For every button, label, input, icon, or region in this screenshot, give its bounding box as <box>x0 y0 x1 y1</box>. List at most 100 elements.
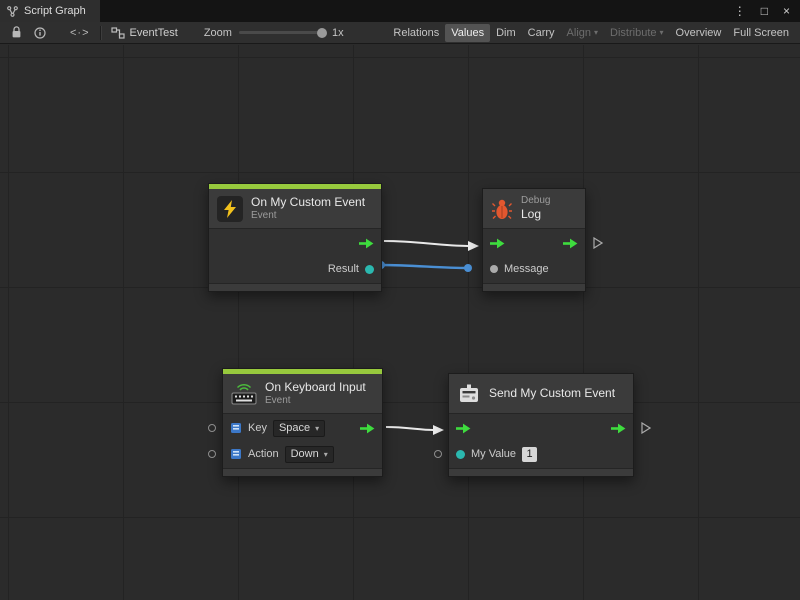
node-footer <box>483 283 585 291</box>
key-input-row: Key Space ▾ <box>223 415 382 441</box>
node-title: On My Custom Event <box>251 195 365 210</box>
node-body: Key Space ▾ Action Dow <box>223 414 382 468</box>
info-icon[interactable] <box>28 22 52 43</box>
toolbar-separator <box>100 26 101 40</box>
flow-row <box>449 415 633 441</box>
node-header[interactable]: Debug Log <box>483 189 585 229</box>
result-output-row: Result <box>209 256 381 282</box>
node-subtitle: Event <box>265 395 366 408</box>
value-wire <box>381 265 468 268</box>
message-input-port[interactable] <box>490 265 498 273</box>
tab-script-graph[interactable]: Script Graph <box>0 0 100 22</box>
continue-indicator-icon <box>641 422 651 434</box>
graph-asset-icon <box>111 27 125 39</box>
graph-toolbar: <·> EventTest Zoom 1x Relations Values D… <box>0 22 800 44</box>
key-dropdown[interactable]: Space ▾ <box>273 420 325 437</box>
node-header[interactable]: Send My Custom Event <box>449 374 633 414</box>
key-external-port[interactable] <box>208 424 216 432</box>
node-subtitle: Event <box>251 210 365 223</box>
lock-icon[interactable] <box>5 22 28 43</box>
tab-label: Script Graph <box>24 5 86 17</box>
my-value-input-port[interactable] <box>456 450 465 459</box>
dim-button[interactable]: Dim <box>490 24 522 42</box>
zoom-slider-handle[interactable] <box>317 28 327 38</box>
window-controls: ⋮ □ × <box>724 0 800 22</box>
graph-tab-icon <box>7 6 18 17</box>
enum-type-icon <box>230 422 242 434</box>
keyboard-icon <box>231 382 257 406</box>
my-value-input-row: My Value 1 <box>449 441 633 467</box>
flow-wire-bottom <box>386 427 433 430</box>
node-on-my-custom-event[interactable]: On My Custom Event Event Result <box>208 183 382 292</box>
node-debug-log[interactable]: Debug Log Mess <box>482 188 586 292</box>
node-footer <box>223 468 382 476</box>
carry-button[interactable]: Carry <box>522 24 561 42</box>
event-machine-icon <box>457 382 481 406</box>
chevron-down-icon: ▾ <box>315 424 319 433</box>
flow-wire-top <box>384 241 468 246</box>
node-send-my-custom-event[interactable]: Send My Custom Event <box>448 373 634 477</box>
values-button[interactable]: Values <box>445 24 490 42</box>
message-input-row: Message <box>483 256 585 282</box>
node-body: My Value 1 <box>449 414 633 468</box>
value-wire-end-dot <box>464 264 472 272</box>
node-body: Result <box>209 229 381 283</box>
my-value-field[interactable]: 1 <box>522 447 537 462</box>
my-value-label: My Value <box>471 448 516 460</box>
zoom-control: Zoom 1x <box>204 27 344 39</box>
script-graph-window: Script Graph ⋮ □ × <·> EventTest Zoom <box>0 0 800 600</box>
bug-icon <box>491 197 513 221</box>
result-label: Result <box>328 263 359 275</box>
graph-canvas[interactable]: On My Custom Event Event Result <box>0 45 800 600</box>
fullscreen-button[interactable]: Full Screen <box>727 24 795 42</box>
flow-wire-bottom-arrowhead <box>433 425 444 435</box>
flow-wire-top-arrowhead <box>468 241 479 251</box>
message-label: Message <box>504 263 549 275</box>
overview-button[interactable]: Overview <box>670 24 728 42</box>
flow-input-port[interactable] <box>490 238 505 249</box>
node-title: Log <box>521 207 550 222</box>
node-header[interactable]: On My Custom Event Event <box>209 189 381 229</box>
action-input-row: Action Down ▾ <box>223 441 382 467</box>
action-label: Action <box>248 448 279 460</box>
node-body: Message <box>483 229 585 283</box>
my-value-external-port[interactable] <box>434 450 442 458</box>
window-menu-icon[interactable]: ⋮ <box>734 5 746 17</box>
titlebar: Script Graph ⋮ □ × <box>0 0 800 22</box>
graph-asset-breadcrumb[interactable]: EventTest <box>111 27 178 39</box>
flow-output-row <box>209 230 381 256</box>
titlebar-spacer <box>100 0 724 22</box>
node-title: On Keyboard Input <box>265 380 366 395</box>
flow-output-port[interactable] <box>563 238 578 249</box>
node-on-keyboard-input[interactable]: On Keyboard Input Event Key Space ▾ <box>222 368 383 477</box>
flow-output-port[interactable] <box>611 423 626 434</box>
code-view-icon[interactable]: <·> <box>70 27 90 39</box>
zoom-slider[interactable] <box>239 31 325 34</box>
maximize-icon[interactable]: □ <box>761 5 768 17</box>
action-external-port[interactable] <box>208 450 216 458</box>
align-button: Align▾ <box>561 24 604 42</box>
graph-asset-name: EventTest <box>130 27 178 39</box>
enum-type-icon <box>230 448 242 460</box>
zoom-value: 1x <box>332 27 344 39</box>
node-title: Send My Custom Event <box>489 386 615 401</box>
close-icon[interactable]: × <box>783 5 790 17</box>
flow-input-port[interactable] <box>456 423 471 434</box>
action-dropdown[interactable]: Down ▾ <box>285 446 334 463</box>
relations-button[interactable]: Relations <box>387 24 445 42</box>
flow-output-port[interactable] <box>359 238 374 249</box>
node-footer <box>209 283 381 291</box>
node-footer <box>449 468 633 476</box>
flow-output-port[interactable] <box>360 423 375 434</box>
zoom-label: Zoom <box>204 27 232 39</box>
chevron-down-icon: ▾ <box>660 29 664 37</box>
connection-wires <box>0 45 800 600</box>
distribute-button: Distribute▾ <box>604 24 669 42</box>
node-header[interactable]: On Keyboard Input Event <box>223 374 382 414</box>
result-output-port[interactable] <box>365 265 374 274</box>
node-category: Debug <box>521 195 550 208</box>
lightning-icon <box>217 196 243 222</box>
flow-row <box>483 230 585 256</box>
chevron-down-icon: ▾ <box>324 450 328 459</box>
continue-indicator-icon <box>593 237 603 249</box>
